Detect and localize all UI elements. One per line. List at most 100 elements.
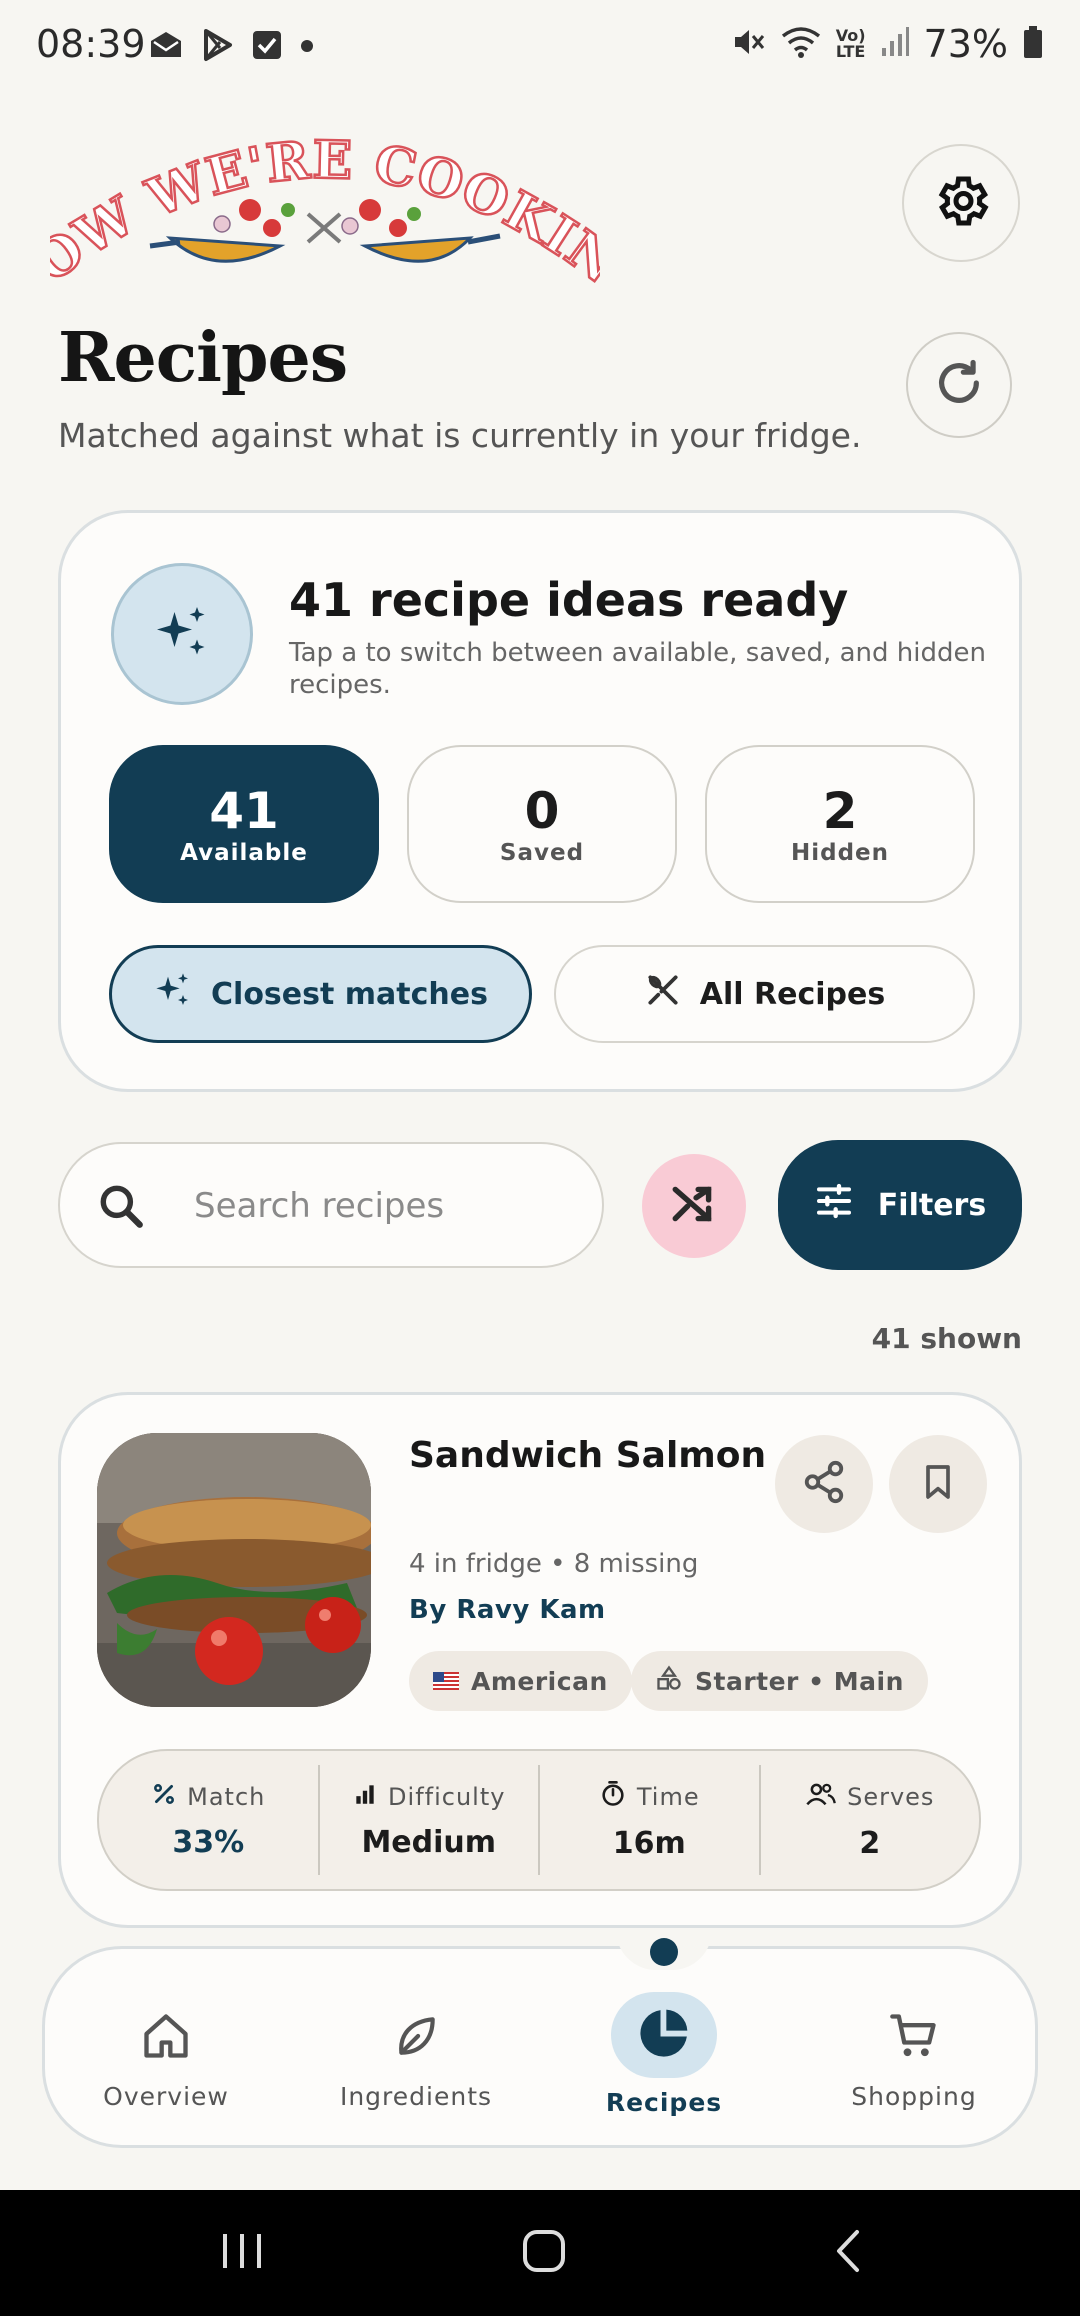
in-fridge-count: 4 in fridge	[409, 1549, 542, 1579]
serves-value: 2	[859, 1825, 881, 1861]
nav-recipes[interactable]: Recipes	[554, 1992, 774, 2124]
serves-label: Serves	[847, 1782, 935, 1811]
missing-count: 8 missing	[573, 1549, 699, 1579]
stat-difficulty: Difficulty Medium	[320, 1765, 540, 1875]
match-label: Match	[187, 1782, 266, 1811]
us-flag-icon	[433, 1667, 459, 1696]
recipe-image	[97, 1433, 371, 1707]
summary-headline: 41 recipe ideas ready	[289, 573, 849, 627]
pie-icon	[636, 2005, 692, 2065]
shuffle-button[interactable]	[642, 1154, 746, 1258]
recipe-author[interactable]: By Ravy Kam	[409, 1595, 606, 1625]
all-recipes-button[interactable]: All Recipes	[554, 945, 975, 1043]
filters-button[interactable]: Filters	[778, 1140, 1022, 1270]
back-chevron-icon	[833, 2228, 863, 2278]
separator-dot: •	[550, 1549, 574, 1579]
share-icon	[801, 1459, 847, 1509]
home-icon	[140, 2004, 192, 2068]
active-indicator-dot	[650, 1938, 678, 1966]
hidden-count: 2	[822, 782, 858, 840]
cuisine-label: American	[471, 1666, 608, 1696]
settings-button[interactable]	[902, 144, 1020, 262]
filters-label: Filters	[877, 1187, 987, 1223]
signal-icon	[880, 26, 910, 62]
cuisine-chip: American	[409, 1651, 632, 1711]
refresh-button[interactable]	[906, 332, 1012, 438]
available-count-tab[interactable]: 41 Available	[109, 745, 379, 903]
cart-icon	[887, 2004, 941, 2068]
saved-count: 0	[524, 782, 560, 840]
closest-matches-label: Closest matches	[211, 976, 488, 1012]
recipe-ingredient-status: 4 in fridge • 8 missing	[409, 1549, 698, 1579]
home-circle-icon	[521, 2228, 567, 2278]
hidden-label: Hidden	[790, 840, 890, 866]
stat-serves: Serves 2	[761, 1765, 980, 1875]
nav-ingredients-label: Ingredients	[339, 2082, 493, 2111]
svg-text:NOW WE'RE COOKING: NOW WE'RE COOKING	[50, 118, 600, 296]
mute-icon	[732, 25, 766, 63]
hidden-count-tab[interactable]: 2 Hidden	[705, 745, 975, 903]
bars-icon	[352, 1781, 378, 1813]
nav-overview[interactable]: Overview	[56, 2004, 276, 2124]
nav-overview-label: Overview	[103, 2082, 229, 2111]
recipe-stats: Match 33% Difficulty Medium Time 16m Ser…	[97, 1749, 981, 1891]
app-logo: NOW WE'RE COOKING	[22, 69, 629, 298]
page-subtitle: Matched against what is currently in you…	[58, 416, 862, 455]
sliders-icon	[814, 1181, 854, 1229]
all-recipes-label: All Recipes	[699, 976, 886, 1012]
match-mode-toggle: Closest matches All Recipes	[109, 945, 975, 1043]
saved-count-tab[interactable]: 0 Saved	[407, 745, 677, 903]
status-time: 08:39	[36, 22, 146, 66]
wifi-icon	[780, 25, 822, 63]
shapes-icon	[655, 1664, 683, 1698]
percent-icon	[151, 1781, 177, 1813]
volte-icon: Vo) LTE	[835, 26, 866, 61]
nav-ingredients[interactable]: Ingredients	[306, 2004, 526, 2124]
gear-icon	[931, 171, 991, 235]
results-count: 41 shown	[871, 1322, 1022, 1355]
nav-shopping[interactable]: Shopping	[804, 2004, 1024, 2124]
recent-apps-icon	[219, 2230, 265, 2276]
mail-icon	[148, 30, 184, 64]
status-bar: 08:39 Vo) LTE 73%	[0, 0, 1080, 92]
status-notification-icons	[148, 28, 314, 66]
status-system-icons: Vo) LTE 73%	[732, 22, 1044, 66]
system-navigation-bar	[0, 2190, 1080, 2316]
search-icon	[96, 1180, 146, 1236]
battery-icon	[1022, 25, 1044, 63]
play-store-icon	[202, 28, 234, 66]
course-label: Starter • Main	[695, 1666, 904, 1696]
page-title: Recipes	[58, 318, 348, 398]
time-value: 16m	[612, 1825, 686, 1861]
search-input[interactable]	[194, 1174, 574, 1238]
match-value: 33%	[172, 1824, 245, 1860]
nav-active-pill	[611, 1992, 717, 2078]
search-bar	[58, 1142, 604, 1268]
stat-time: Time 16m	[540, 1765, 761, 1875]
summary-description: Tap a to switch between available, saved…	[289, 638, 986, 700]
checkbox-icon	[252, 30, 282, 64]
sparkles-icon	[152, 602, 212, 666]
people-icon	[805, 1780, 837, 1814]
recent-apps-button[interactable]	[212, 2228, 272, 2278]
time-label: Time	[636, 1782, 700, 1811]
recipe-count-tabs: 41 Available 0 Saved 2 Hidden	[109, 745, 975, 903]
back-button[interactable]	[818, 2228, 878, 2278]
summary-badge	[111, 563, 253, 705]
leaf-icon	[391, 2004, 441, 2068]
available-count: 41	[209, 782, 279, 840]
nav-shopping-label: Shopping	[851, 2082, 977, 2111]
share-button[interactable]	[775, 1435, 873, 1533]
bookmark-button[interactable]	[889, 1435, 987, 1533]
difficulty-value: Medium	[361, 1824, 497, 1860]
nav-recipes-label: Recipes	[605, 2088, 723, 2117]
refresh-icon	[933, 357, 985, 413]
closest-matches-button[interactable]: Closest matches	[109, 945, 532, 1043]
logo-text: NOW WE'RE COOKING	[22, 69, 629, 298]
recipe-summary-card: 41 recipe ideas ready Tap a to switch be…	[58, 510, 1022, 1092]
recipe-title[interactable]: Sandwich Salmon	[409, 1435, 766, 1476]
home-button[interactable]	[514, 2228, 574, 2278]
recipe-card[interactable]: Sandwich Salmon 4 in fridge • 8 missing …	[58, 1392, 1022, 1928]
stat-match: Match 33%	[99, 1765, 320, 1875]
battery-percent: 73%	[923, 22, 1008, 66]
